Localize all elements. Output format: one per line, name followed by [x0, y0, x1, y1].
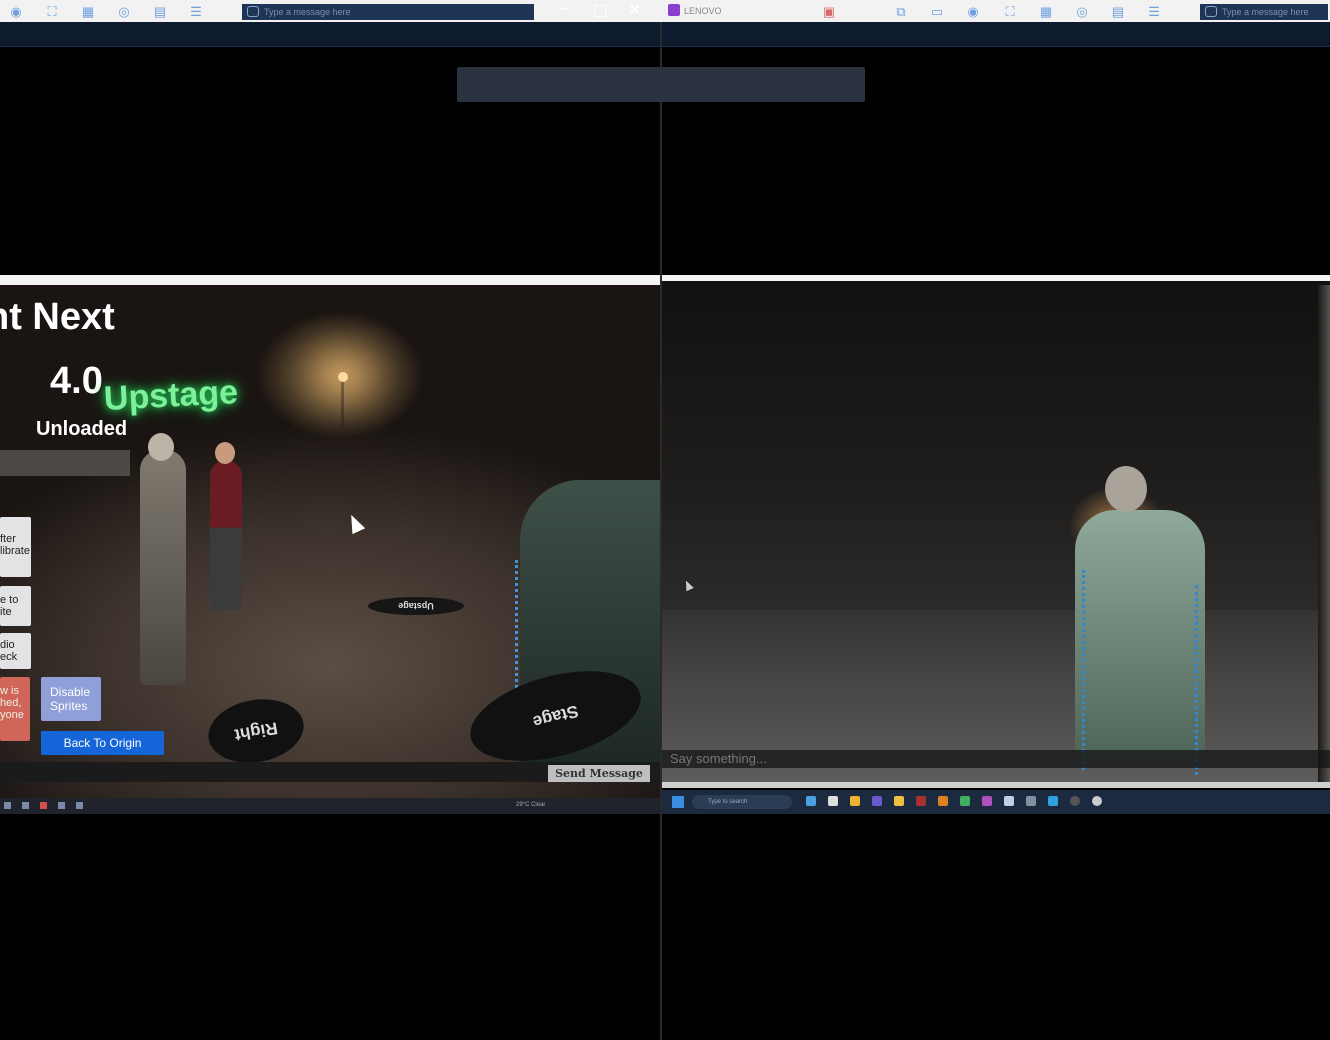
taskbar-app-icon[interactable] [40, 802, 47, 809]
taskbar-app-icon[interactable] [806, 796, 816, 806]
version-number: 4.0 [50, 360, 103, 402]
show-finished-button[interactable]: w is hed, yone [0, 677, 30, 741]
layout-icon[interactable]: ▦ [80, 4, 96, 20]
record-icon[interactable]: ◎ [116, 4, 132, 20]
horizontal-scrollbar[interactable] [662, 782, 1330, 788]
taskbar-app-icon[interactable] [850, 796, 860, 806]
taskbar-app-icon[interactable] [938, 796, 948, 806]
upstage-glow-label: Upstage [102, 373, 239, 418]
weather-tray: 29°C Clear [516, 802, 546, 808]
presentation-icon[interactable]: ▣ [821, 4, 837, 20]
avatar-old-man-head [148, 433, 174, 461]
view-icon[interactable]: ◉ [965, 4, 981, 20]
windows-start-icon[interactable] [672, 796, 684, 808]
calibrate-button[interactable]: fter librate [0, 517, 31, 577]
left-message-input[interactable]: Type a message here [242, 4, 534, 20]
left-message-placeholder: Type a message here [264, 7, 351, 17]
taskbar-app-icon[interactable] [982, 796, 992, 806]
right-message-input[interactable]: Type a message here [1200, 4, 1328, 20]
floating-overlay-bar [457, 67, 865, 102]
settings-icon[interactable]: ☰ [188, 4, 204, 20]
ghost-chain [1082, 570, 1095, 770]
status-strip [0, 450, 130, 476]
chrome-icon[interactable] [960, 796, 970, 806]
view-icon[interactable]: ◉ [8, 4, 24, 20]
go-to-site-button[interactable]: e to ite [0, 586, 31, 626]
settings-icon[interactable]: ☰ [1146, 4, 1162, 20]
chat-bubble-icon [1205, 6, 1217, 17]
avatar-green-coat-head [1105, 466, 1147, 512]
taskbar-app-icon[interactable] [916, 796, 926, 806]
folder-icon[interactable] [894, 796, 904, 806]
avatar-red-jacket-head [215, 442, 235, 464]
door-frame [1318, 285, 1330, 785]
taskbar-search-input[interactable]: Type to search [692, 795, 792, 809]
load-status: Unloaded [36, 418, 128, 440]
file-icon[interactable]: ▤ [1110, 4, 1126, 20]
say-something-input[interactable]: Say something... [662, 750, 1330, 768]
fullscreen-icon[interactable]: ⛶ [44, 4, 60, 20]
scene-title: nt Next [0, 296, 115, 338]
street-lamp-post [341, 380, 344, 430]
maximize-icon[interactable]: ▢ [593, 0, 608, 20]
taskbar-app-icon[interactable] [58, 802, 65, 809]
left-window-title-bar [0, 275, 660, 285]
send-message-button[interactable]: Send Message [548, 765, 650, 782]
right-app-title: LENOVO [684, 6, 722, 16]
avatar-red-jacket[interactable] [210, 460, 242, 610]
floor-mark-upstage[interactable]: Upstage [368, 597, 464, 615]
taskbar-app-icon[interactable] [1026, 796, 1036, 806]
chat-bubble-icon [247, 6, 259, 17]
street-lamp-light [338, 372, 348, 382]
disable-sprites-button[interactable]: Disable Sprites [41, 677, 101, 721]
layout-icon[interactable]: ▦ [1038, 4, 1054, 20]
back-to-origin-button[interactable]: Back To Origin [41, 731, 164, 755]
right-message-placeholder: Type a message here [1222, 7, 1309, 17]
right-toolbar [662, 22, 1330, 47]
taskbar-app-icon[interactable] [872, 796, 882, 806]
taskbar-app-icon[interactable] [1070, 796, 1080, 806]
taskbar-app-icon[interactable] [76, 802, 83, 809]
taskbar-app-icon[interactable] [828, 796, 838, 806]
taskbar-app-icon[interactable] [1004, 796, 1014, 806]
taskbar-app-icon[interactable] [22, 802, 29, 809]
start-icon[interactable] [4, 802, 11, 809]
file-icon[interactable]: ▤ [152, 4, 168, 20]
close-icon[interactable]: ✕ [628, 0, 641, 20]
taskbar-app-icon[interactable] [1048, 796, 1058, 806]
share-screen-icon[interactable]: ⧉ [893, 4, 909, 20]
left-toolbar [0, 22, 660, 47]
left-taskbar [0, 798, 660, 814]
ghost-chain [1195, 585, 1208, 775]
fullscreen-icon[interactable]: ⛶ [1002, 4, 1018, 20]
settings-gear-icon[interactable] [1092, 796, 1102, 806]
monitor-icon[interactable]: ▭ [929, 4, 945, 20]
audio-check-button[interactable]: dio eck [0, 633, 31, 669]
avatar-old-man[interactable] [140, 450, 186, 685]
record-icon[interactable]: ◎ [1074, 4, 1090, 20]
minimize-icon[interactable]: – [560, 0, 569, 18]
